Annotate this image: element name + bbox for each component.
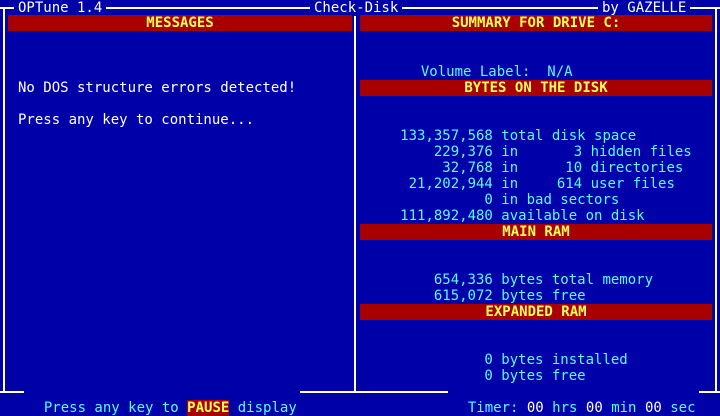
timer-hrs-value: 00: [526, 400, 544, 416]
ems-desc: bytes free: [501, 368, 586, 384]
timer-min-value: 00: [585, 400, 603, 416]
expanded-ram-row-free: 0 bytes free: [364, 352, 586, 384]
message-no-errors: No DOS structure errors detected!: [18, 80, 297, 96]
ram-desc: bytes free: [501, 288, 586, 304]
pause-hint: Press any key to PAUSE display: [24, 384, 300, 416]
ram-value: 615,072: [433, 288, 493, 304]
timer-display: Timer: 00 hrs 00 min 00 sec: [448, 384, 699, 416]
volume-label-caption: Volume Label:: [420, 64, 531, 80]
bytes-on-disk-header: BYTES ON THE DISK: [360, 80, 712, 96]
expanded-ram-header: EXPANDED RAM: [360, 304, 712, 320]
bytes-value: 111,892,480: [400, 208, 493, 224]
messages-header: MESSAGES: [8, 15, 352, 31]
right-border: [715, 7, 717, 393]
timer-sec-value: 00: [644, 400, 662, 416]
timer-sec-label: sec: [670, 400, 696, 416]
pause-hint-suffix: display: [237, 400, 297, 416]
left-border: [3, 7, 5, 393]
message-press-key: Press any key to continue...: [18, 112, 255, 128]
author-label: by GAZELLE: [598, 0, 691, 16]
function-title: Check-Disk: [310, 0, 403, 16]
volume-label-row: Volume Label: N/A: [404, 48, 573, 80]
pause-key[interactable]: PAUSE: [187, 400, 230, 416]
bytes-row-available: 111,892,480 available on disk: [364, 192, 645, 224]
volume-label-value: N/A: [547, 64, 573, 80]
timer-hrs-label: hrs: [552, 400, 578, 416]
main-ram-row-free: 615,072 bytes free: [364, 272, 586, 304]
timer-caption: Timer:: [467, 400, 519, 416]
timer-min-label: min: [611, 400, 637, 416]
pause-hint-prefix: Press any key to: [43, 400, 179, 416]
ems-value: 0: [484, 368, 493, 384]
summary-header: SUMMARY FOR DRIVE C:: [360, 15, 712, 31]
app-title: OPTune 1.4: [14, 0, 107, 16]
main-ram-header: MAIN RAM: [360, 224, 712, 240]
bytes-desc: available on disk: [501, 208, 645, 224]
center-divider: [354, 7, 356, 393]
